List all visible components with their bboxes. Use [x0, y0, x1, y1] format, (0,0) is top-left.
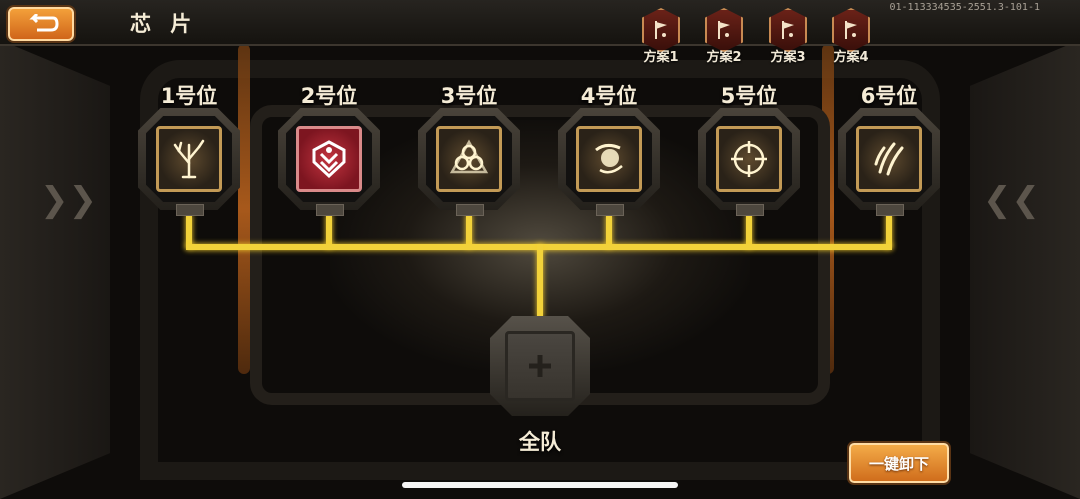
claw-slash-icon [874, 142, 904, 176]
slot-label-6: 6号位 [860, 84, 918, 108]
burst-icon [595, 143, 623, 174]
connector-slot-1 [186, 214, 192, 248]
connector-slot-4 [606, 214, 612, 248]
crosshair-icon [731, 141, 767, 177]
plan-button-3[interactable]: 方案3 [758, 8, 818, 65]
connector-slot-2 [326, 214, 332, 248]
slot-label-3: 3号位 [440, 84, 498, 108]
connector-slot-5 [746, 214, 752, 248]
slot-label-1: 1号位 [160, 84, 218, 108]
chevron-left-decor-icon: ❯❯ [40, 180, 97, 220]
right-wall [970, 40, 1080, 499]
chip-slot-1-chip[interactable] [156, 126, 222, 192]
chip-slot-3 [418, 108, 520, 216]
chip-slot-4-chip[interactable] [576, 126, 642, 192]
plan-button-2[interactable]: 方案2 [694, 8, 754, 65]
slot-label-2: 2号位 [300, 84, 358, 108]
team-chip-slot [490, 316, 590, 416]
back-button[interactable] [8, 7, 74, 41]
red-crest-icon [312, 140, 346, 179]
connector-slot-3 [466, 214, 472, 248]
hex-cluster-icon [449, 139, 489, 174]
chip-slot-1 [138, 108, 240, 216]
left-wall [0, 40, 110, 499]
slot-label-5: 5号位 [720, 84, 778, 108]
top-bar: 芯 片 01-113334535-2551.3-101-1 [0, 0, 1080, 46]
tree-icon [173, 139, 205, 179]
chip-slot-2-chip[interactable] [296, 126, 362, 192]
back-arrow-icon [29, 14, 59, 32]
chip-slot-4 [558, 108, 660, 216]
chip-slot-2 [278, 108, 380, 216]
chevron-right-decor-icon: ❮❮ [983, 180, 1040, 220]
slot-label-4: 4号位 [580, 84, 638, 108]
team-chip-add[interactable] [505, 331, 575, 401]
team-label: 全队 [519, 430, 561, 454]
connector-team [537, 244, 543, 318]
chip-slot-5 [698, 108, 800, 216]
chip-slot-6-chip[interactable] [856, 126, 922, 192]
page-title: 芯 片 [130, 12, 198, 36]
plan-button-1[interactable]: 方案1 [631, 8, 691, 65]
chip-slot-3-chip[interactable] [436, 126, 502, 192]
plus-icon [529, 355, 551, 377]
chip-slot-5-chip[interactable] [716, 126, 782, 192]
unequip-all-button[interactable]: 一键卸下 [849, 443, 949, 483]
plan-button-4[interactable]: 方案4 [821, 8, 881, 65]
connector-slot-6 [886, 214, 892, 248]
build-id: 01-113334535-2551.3-101-1 [889, 2, 1040, 13]
chip-slot-6 [838, 108, 940, 216]
home-indicator[interactable] [402, 482, 678, 488]
